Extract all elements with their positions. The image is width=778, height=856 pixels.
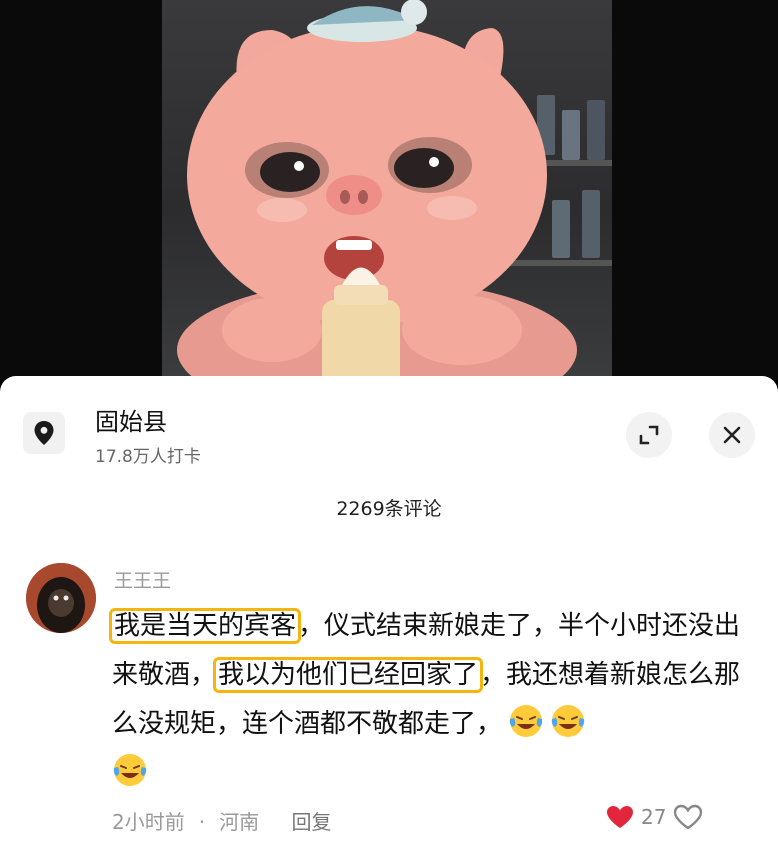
comment-username[interactable]: 王王王 xyxy=(114,566,171,593)
expand-button[interactable] xyxy=(626,412,672,458)
comment-text: 我是当天的宾客，仪式结束新娘走了，半个小时还没出来敬酒，我以为他们已经回家了，我… xyxy=(108,602,752,798)
comments-sheet: 固始县 17.8万人打卡 2269条评论 王王王 我是当天的宾客，仪式结束新娘走… xyxy=(0,376,778,856)
comment-time: 2小时前 xyxy=(112,810,185,834)
reply-button[interactable]: 回复 xyxy=(291,810,331,834)
video-frame[interactable] xyxy=(162,0,612,380)
close-icon xyxy=(723,426,741,444)
location-name[interactable]: 固始县 xyxy=(95,402,167,437)
avatar[interactable] xyxy=(26,563,96,633)
highlight-box: 我以为他们已经回家了 xyxy=(213,657,484,693)
pig-illustration xyxy=(177,0,577,380)
dislike-icon[interactable] xyxy=(672,804,704,830)
meta-separator: · xyxy=(198,810,206,834)
comment-meta: 2小时前 · 河南 回复 xyxy=(112,806,345,835)
comment-count: 2269条评论 xyxy=(336,498,442,520)
video-area[interactable] xyxy=(0,0,778,380)
laughing-crying-emoji-icon xyxy=(551,705,585,737)
expand-icon xyxy=(639,425,659,445)
like-count: 27 xyxy=(641,805,667,829)
laughing-crying-emoji-icon xyxy=(509,705,543,737)
like-area[interactable]: 27 xyxy=(605,804,704,830)
location-pin-icon[interactable] xyxy=(23,412,65,454)
highlight-box: 我是当天的宾客 xyxy=(108,608,302,644)
location-checkins: 17.8万人打卡 xyxy=(95,447,201,467)
close-button[interactable] xyxy=(709,412,755,458)
laughing-crying-emoji-icon xyxy=(113,754,147,786)
comment-region: 河南 xyxy=(219,810,260,834)
heart-icon xyxy=(607,806,633,828)
